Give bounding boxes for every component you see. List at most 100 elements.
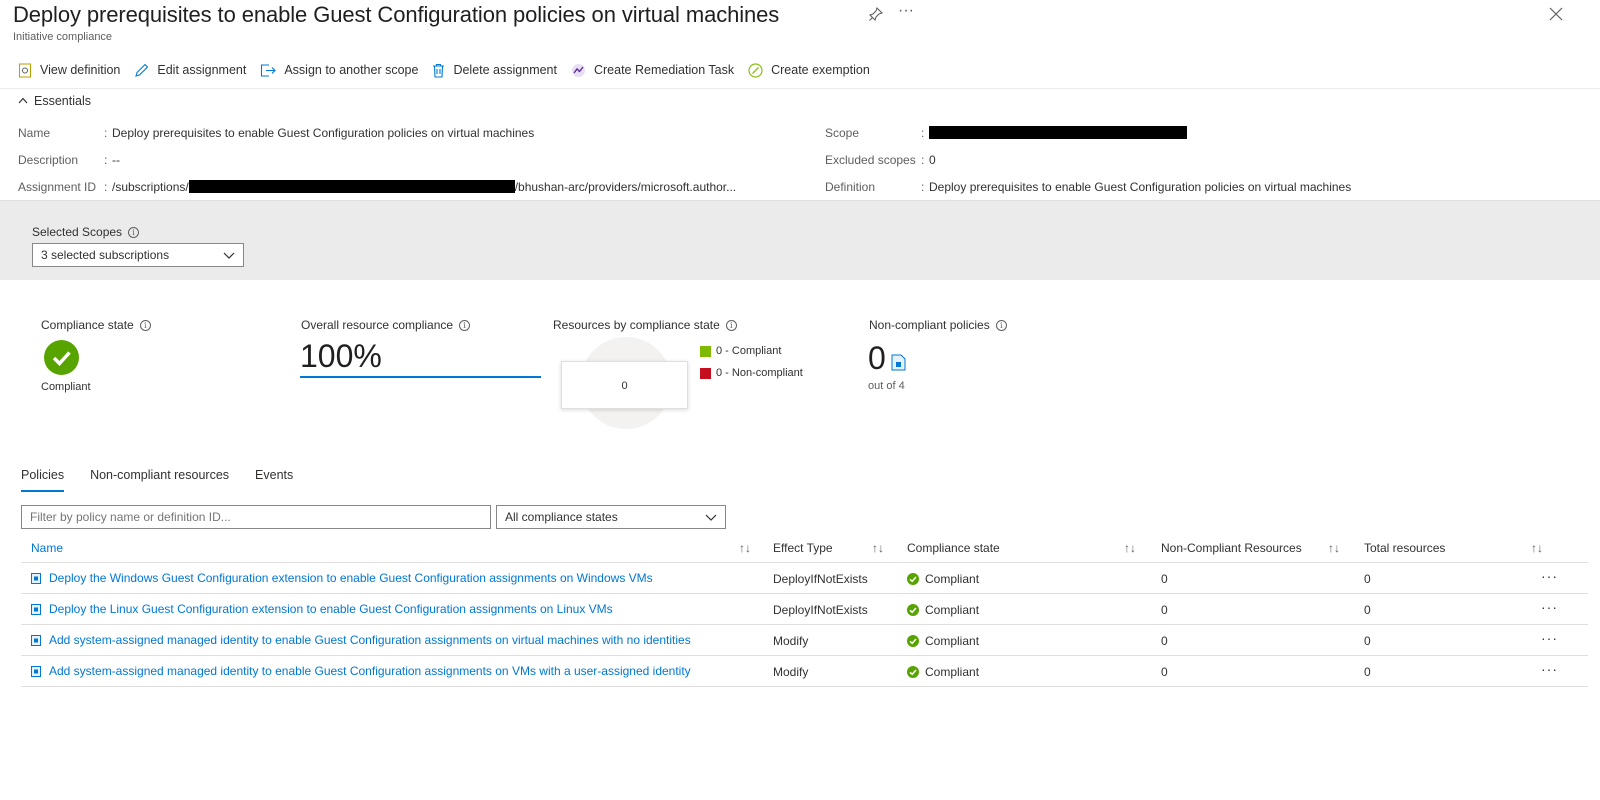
edit-assignment-button[interactable]: Edit assignment [134,63,246,78]
table-row[interactable]: Deploy the Linux Guest Configuration ext… [21,594,1588,625]
create-exemption-label: Create exemption [771,63,870,77]
compliance-state-dropdown[interactable]: All compliance states [496,505,726,529]
row-more-icon[interactable]: ··· [1541,661,1558,677]
total-resources-cell: 0 [1364,665,1371,679]
column-header-effect-type[interactable]: Effect Type [773,541,833,555]
table-row[interactable]: Add system-assigned managed identity to … [21,656,1588,687]
noncompliant-policies-label: Non-compliant policies i [869,318,1007,332]
tab-noncompliant-resources[interactable]: Non-compliant resources [90,468,229,492]
legend-compliant-swatch [700,345,711,357]
export-icon [261,63,277,77]
compliance-state-text: Compliant [925,572,980,586]
essentials-assignment-id-row: Assignment ID : /subscriptions/ /bhushan-… [18,180,736,194]
essentials-scope-row: Scope : [825,126,1187,140]
sort-icon[interactable]: ↑↓ [1531,541,1543,555]
check-circle-icon [907,573,919,585]
pencil-icon [135,63,149,77]
info-icon[interactable]: i [139,319,151,331]
compliance-state-cell: Compliant [907,634,979,648]
close-icon[interactable] [1549,7,1563,21]
table-row[interactable]: Add system-assigned managed identity to … [21,625,1588,656]
more-options-icon[interactable]: ··· [898,2,914,20]
policy-filter-input[interactable] [21,505,491,529]
selected-scopes-label: Selected Scopes i [32,225,140,239]
column-header-name[interactable]: Name [31,541,63,555]
sort-icon[interactable]: ↑↓ [1328,541,1340,555]
column-header-compliance-state[interactable]: Compliance state [907,541,1000,555]
policy-name-text: Deploy the Windows Guest Configuration e… [49,571,653,585]
name-sep: : [104,126,108,140]
info-icon[interactable]: i [128,226,140,238]
excluded-value: 0 [929,153,936,167]
noncompliant-resources-cell: 0 [1161,634,1168,648]
compliant-check-icon [44,340,79,375]
delete-assignment-label: Delete assignment [453,63,557,77]
policy-name-link[interactable]: Deploy the Windows Guest Configuration e… [31,571,653,585]
sort-icon[interactable]: ↑↓ [1124,541,1136,555]
policy-definition-icon [31,572,41,584]
noncompliant-resources-cell: 0 [1161,665,1168,679]
assign-another-scope-button[interactable]: Assign to another scope [260,63,418,78]
tab-policies[interactable]: Policies [21,468,65,492]
row-more-icon[interactable]: ··· [1541,630,1558,646]
document-icon [19,63,31,77]
resources-by-state-label: Resources by compliance state i [553,318,737,332]
table-row[interactable]: Deploy the Windows Guest Configuration e… [21,563,1588,594]
info-icon[interactable]: i [725,319,737,331]
legend-compliant[interactable]: 0 - Compliant [700,345,781,357]
total-resources-cell: 0 [1364,603,1371,617]
overall-compliance-text: Overall resource compliance [301,318,454,332]
effect-type-cell: DeployIfNotExists [773,603,868,617]
row-more-icon[interactable]: ··· [1541,599,1558,615]
column-header-total-resources[interactable]: Total resources [1364,541,1445,555]
selected-scopes-text: Selected Scopes [32,225,123,239]
noncompliant-resources-cell: 0 [1161,572,1168,586]
compliance-state-cell: Compliant [907,665,979,679]
view-definition-button[interactable]: View definition [18,63,120,78]
sort-icon[interactable]: ↑↓ [872,541,884,555]
info-icon[interactable]: i [995,319,1007,331]
assignment-id-value[interactable]: /subscriptions/ /bhushan-arc/providers/mi… [112,180,736,194]
create-exemption-button[interactable]: Create exemption [748,62,870,78]
noncompliant-policies-text: Non-compliant policies [869,318,990,332]
scope-dropdown[interactable]: 3 selected subscriptions [32,243,244,267]
pin-icon[interactable] [868,6,884,22]
out-of-total: out of 4 [868,380,905,392]
trash-icon [433,63,445,78]
policies-table: Name ↑↓ Effect Type ↑↓ Compliance state … [21,533,1588,687]
policy-name-text: Add system-assigned managed identity to … [49,633,691,647]
row-more-icon[interactable]: ··· [1541,568,1558,584]
overall-compliance-value[interactable]: 100% [300,338,541,378]
legend-noncompliant-swatch [700,367,711,379]
scope-value[interactable] [929,126,1187,140]
assignment-id-prefix: /subscriptions/ [112,180,189,194]
tab-events[interactable]: Events [255,468,293,492]
legend-noncompliant-text: 0 - Non-compliant [716,367,803,379]
description-key: Description [18,153,79,167]
definition-sep: : [921,180,925,194]
policy-name-link[interactable]: Add system-assigned managed identity to … [31,664,691,678]
chevron-down-icon [223,252,235,259]
essentials-toggle[interactable]: Essentials [0,88,1600,112]
page-title: Deploy prerequisites to enable Guest Con… [13,2,780,27]
policy-name-link[interactable]: Add system-assigned managed identity to … [31,633,691,647]
column-header-noncompliant-resources[interactable]: Non-Compliant Resources [1161,541,1302,555]
chevron-up-icon [18,97,28,104]
essentials-excluded-row: Excluded scopes : 0 [825,153,936,167]
command-bar: View definition Edit assignment Assign t… [18,58,884,82]
create-remediation-task-button[interactable]: Create Remediation Task [571,63,734,78]
description-value: -- [112,153,120,167]
delete-assignment-button[interactable]: Delete assignment [432,63,557,78]
policy-name-text: Deploy the Linux Guest Configuration ext… [49,602,613,616]
page-header: Deploy prerequisites to enable Guest Con… [13,2,1600,48]
definition-value[interactable]: Deploy prerequisites to enable Guest Con… [929,180,1351,194]
noncompliant-policies-value[interactable]: 0 [868,340,886,377]
sort-icon[interactable]: ↑↓ [739,541,751,555]
policy-name-text: Add system-assigned managed identity to … [49,664,691,678]
policy-name-link[interactable]: Deploy the Linux Guest Configuration ext… [31,602,613,616]
legend-noncompliant[interactable]: 0 - Non-compliant [700,367,803,379]
redacted-block [188,180,515,193]
check-circle-icon [907,604,919,616]
info-icon[interactable]: i [459,319,471,331]
compliance-state-cell: Compliant [907,603,979,617]
